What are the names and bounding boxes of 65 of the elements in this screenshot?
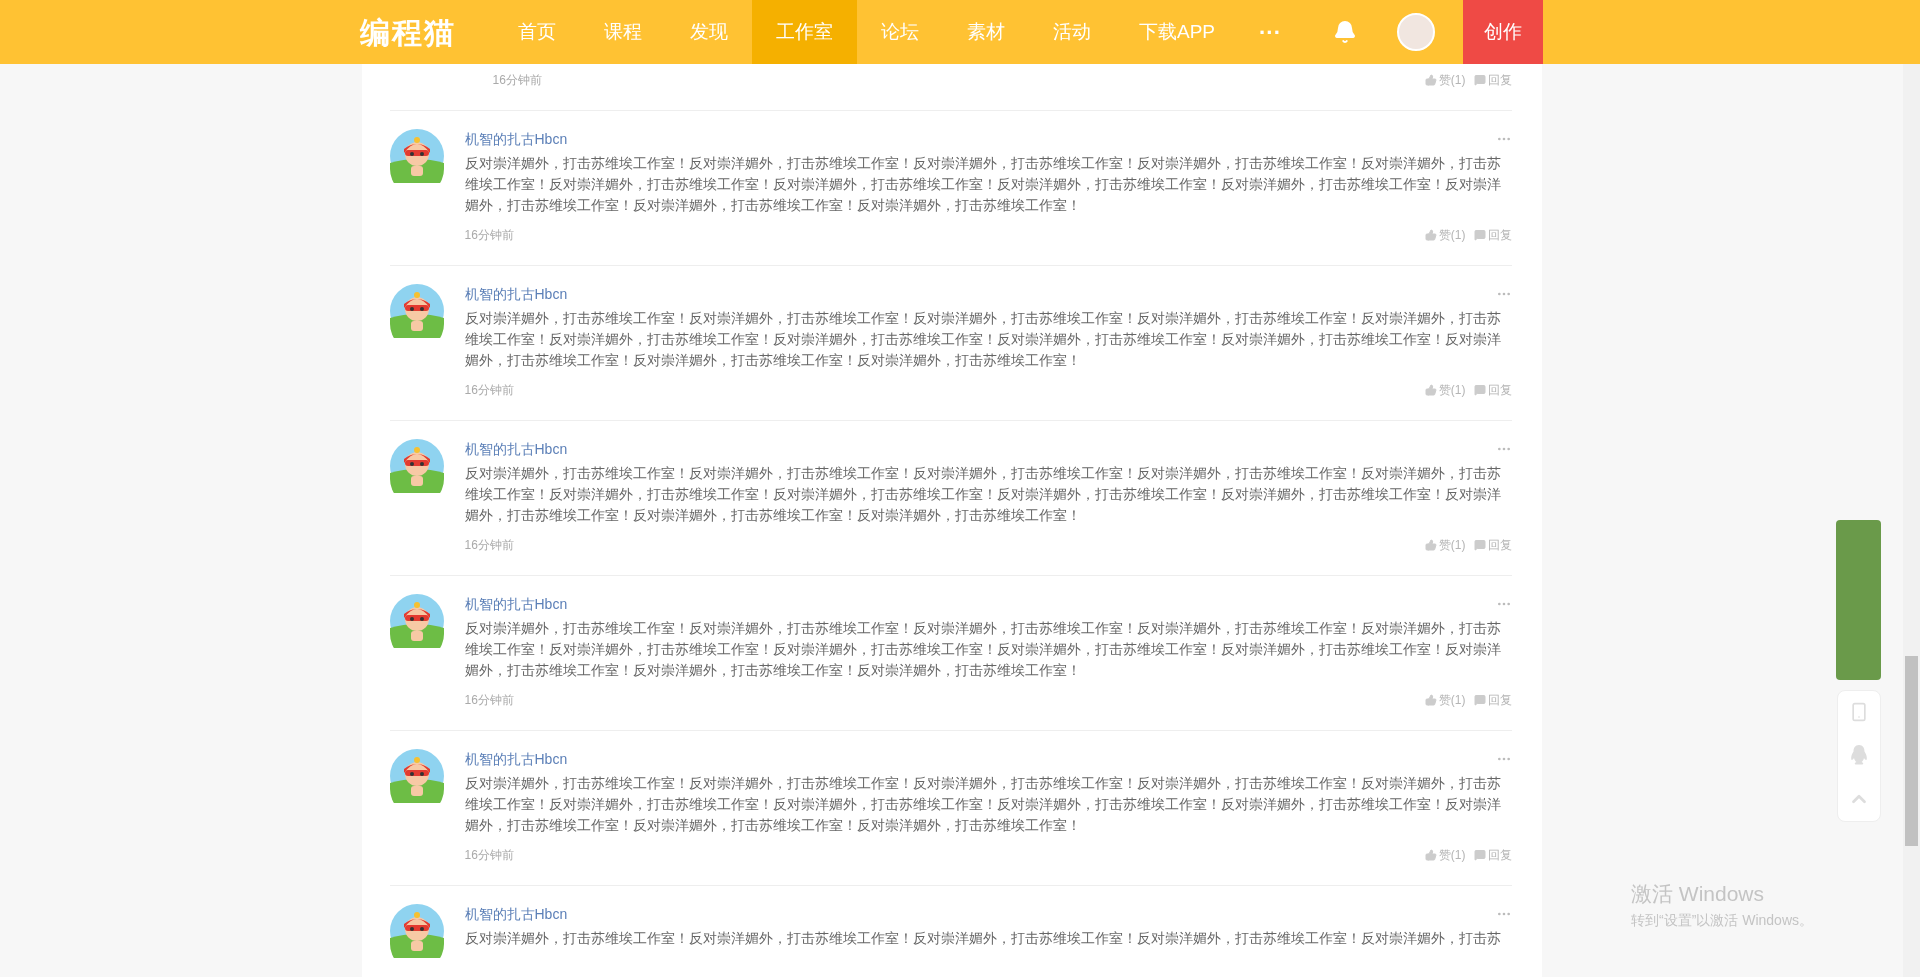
like-button[interactable]: 赞(1): [1424, 691, 1466, 709]
nav-tab[interactable]: 发现: [666, 0, 752, 64]
user-avatar[interactable]: [1397, 13, 1435, 51]
comment-author[interactable]: 机智的扎古Hbcn: [464, 748, 568, 770]
thumbs-up-icon: [1424, 384, 1437, 396]
cartoon-avatar-drawing: [389, 439, 444, 493]
nav-tab[interactable]: 论坛: [857, 0, 943, 64]
nav-tab[interactable]: 首页: [494, 0, 580, 64]
reply-button[interactable]: 回复: [1473, 846, 1512, 864]
comment-text: 反对崇洋媚外，打击苏维埃工作室！反对崇洋媚外，打击苏维埃工作室！反对崇洋媚外，打击苏维埃工作室！反对崇洋媚外，打击苏维埃工作室！反对崇洋媚外，打击苏维埃工作室！反对崇洋媚外，打击苏维埃工作室！反对崇洋媚外，打击苏维埃工作室！反对崇洋媚外，打击苏维埃工作室！反对崇洋媚外，打击苏维埃工作室！反对崇洋媚外，打击苏维埃工作室！反对崇洋媚外，打击苏维埃工作室！反对崇洋媚外，打击苏维埃工作室！: [464, 775, 1502, 835]
cartoon-avatar-drawing: [389, 129, 444, 183]
reply-button[interactable]: 回复: [1473, 381, 1512, 399]
comment-text: 反对崇洋媚外，打击苏维埃工作室！反对崇洋媚外，打击苏维埃工作室！反对崇洋媚外，打击苏维埃工作室！反对崇洋媚外，打击苏维埃工作室！反对崇洋媚外，打击苏维埃工作室！反对崇洋媚外，打击苏维埃工作室！反对崇洋媚外，打击苏维埃工作室！反对崇洋媚外，打击苏维埃工作室！反对崇洋媚外，打击苏维埃工作室！反对崇洋媚外，打击苏维埃工作室！反对崇洋媚外，打击苏维埃工作室！反对崇洋媚外，打击苏维埃工作室！: [464, 310, 1502, 370]
site-logo[interactable]: 编程猫: [360, 9, 456, 55]
like-button[interactable]: 赞(1): [1424, 226, 1466, 244]
nav-tab[interactable]: 课程: [580, 0, 666, 64]
speech-bubble-icon: [1473, 694, 1486, 706]
speech-bubble-icon: [1473, 539, 1486, 551]
comment-author[interactable]: 机智的扎古Hbcn: [464, 128, 568, 150]
speech-bubble-icon: [1473, 229, 1486, 241]
thumbs-up-icon: [1424, 694, 1437, 706]
reply-button[interactable]: 回复: [1473, 691, 1512, 709]
speech-bubble-icon: [1473, 74, 1486, 86]
comment-time: 16分钟前: [464, 537, 514, 554]
cartoon-avatar-drawing: [389, 904, 444, 958]
comment-author[interactable]: 机智的扎古Hbcn: [464, 903, 568, 925]
thumbs-up-icon: [1424, 229, 1437, 241]
comment-time: 16分钟前: [464, 692, 514, 709]
reply-button[interactable]: 回复: [1473, 226, 1512, 244]
comment-time: 16分钟前: [464, 847, 514, 864]
comment-time: 16分钟前: [464, 382, 514, 399]
nav-tab[interactable]: 工作室: [752, 0, 857, 64]
nav-tab[interactable]: 下载APP: [1115, 0, 1240, 64]
create-button[interactable]: 创作: [1463, 0, 1543, 64]
game-banner-placeholder[interactable]: [1836, 520, 1881, 680]
thumbs-up-icon: [1424, 539, 1437, 551]
nav-tab[interactable]: 活动: [1029, 0, 1115, 64]
like-button[interactable]: 赞(1): [1424, 71, 1466, 89]
penguin-icon[interactable]: [1850, 745, 1868, 765]
comment-time: 16分钟前: [464, 227, 514, 244]
comment-text: 反对崇洋媚外，打击苏维埃工作室！反对崇洋媚外，打击苏维埃工作室！反对崇洋媚外，打击苏维埃工作室！反对崇洋媚外，打击苏维埃工作室！反对崇洋媚外，打击苏维埃工作室！反对崇洋媚外，打击苏维埃工作室！反对崇洋媚外，打击苏维埃工作室！反对崇洋媚外，打击苏维埃工作室！反对崇洋媚外，打击苏维埃工作室！反对崇洋媚外，打击苏维埃工作室！反对崇洋媚外，打击苏维埃工作室！反对崇洋媚外，打击苏维埃工作室！: [464, 155, 1502, 215]
comment-time: 16分钟前: [492, 72, 542, 89]
comment-author[interactable]: 机智的扎古Hbcn: [464, 593, 568, 615]
comment-text: 反对崇洋媚外，打击苏维埃工作室！反对崇洋媚外，打击苏维埃工作室！反对崇洋媚外，打击苏维埃工作室！反对崇洋媚外，打击苏维埃工作室！反对崇洋媚外，打击苏维埃工作室！反对崇洋媚外，打击苏维埃工作室！反对崇洋媚外，打击苏维埃工作室！反对崇洋媚外，打击苏维埃工作室！反对崇洋媚外，打击苏维埃工作室！反对崇洋媚外，打击苏维埃工作室！反对崇洋媚外，打击苏维埃工作室！反对崇洋媚外，打击苏维埃工作室！: [464, 465, 1502, 525]
thumbs-up-icon: [1424, 74, 1437, 86]
comment-text: 反对崇洋媚外，打击苏维埃工作室！反对崇洋媚外，打击苏维埃工作室！反对崇洋媚外，打击苏维埃工作室！反对崇洋媚外，打击苏维埃工作室！反对崇洋媚外，打击苏: [464, 930, 1502, 948]
comment-text: 反对崇洋媚外，打击苏维埃工作室！反对崇洋媚外，打击苏维埃工作室！反对崇洋媚外，打击苏维埃工作室！反对崇洋媚外，打击苏维埃工作室！反对崇洋媚外，打击苏维埃工作室！反对崇洋媚外，打击苏维埃工作室！反对崇洋媚外，打击苏维埃工作室！反对崇洋媚外，打击苏维埃工作室！反对崇洋媚外，打击苏维埃工作室！反对崇洋媚外，打击苏维埃工作室！反对崇洋媚外，打击苏维埃工作室！反对崇洋媚外，打击苏维埃工作室！: [464, 620, 1502, 680]
cartoon-avatar-drawing: [389, 749, 444, 803]
thumbs-up-icon: [1424, 849, 1437, 861]
speech-bubble-icon: [1473, 384, 1486, 396]
comment-author[interactable]: 机智的扎古Hbcn: [464, 283, 568, 305]
speech-bubble-icon: [1473, 849, 1486, 861]
bell-icon[interactable]: [1333, 20, 1357, 44]
cartoon-avatar-drawing: [389, 284, 444, 338]
comment-author[interactable]: 机智的扎古Hbcn: [464, 438, 568, 460]
like-button[interactable]: 赞(1): [1424, 536, 1466, 554]
like-button[interactable]: 赞(1): [1424, 381, 1466, 399]
cartoon-avatar-drawing: [389, 594, 444, 648]
reply-button[interactable]: 回复: [1473, 536, 1512, 554]
nav-tab[interactable]: 素材: [943, 0, 1029, 64]
scrollbar-thumb[interactable]: [1905, 656, 1918, 846]
phone-icon[interactable]: [1849, 702, 1869, 723]
more-menu-button[interactable]: ···: [1239, 15, 1301, 49]
reply-button[interactable]: 回复: [1473, 71, 1512, 89]
like-button[interactable]: 赞(1): [1424, 846, 1466, 864]
